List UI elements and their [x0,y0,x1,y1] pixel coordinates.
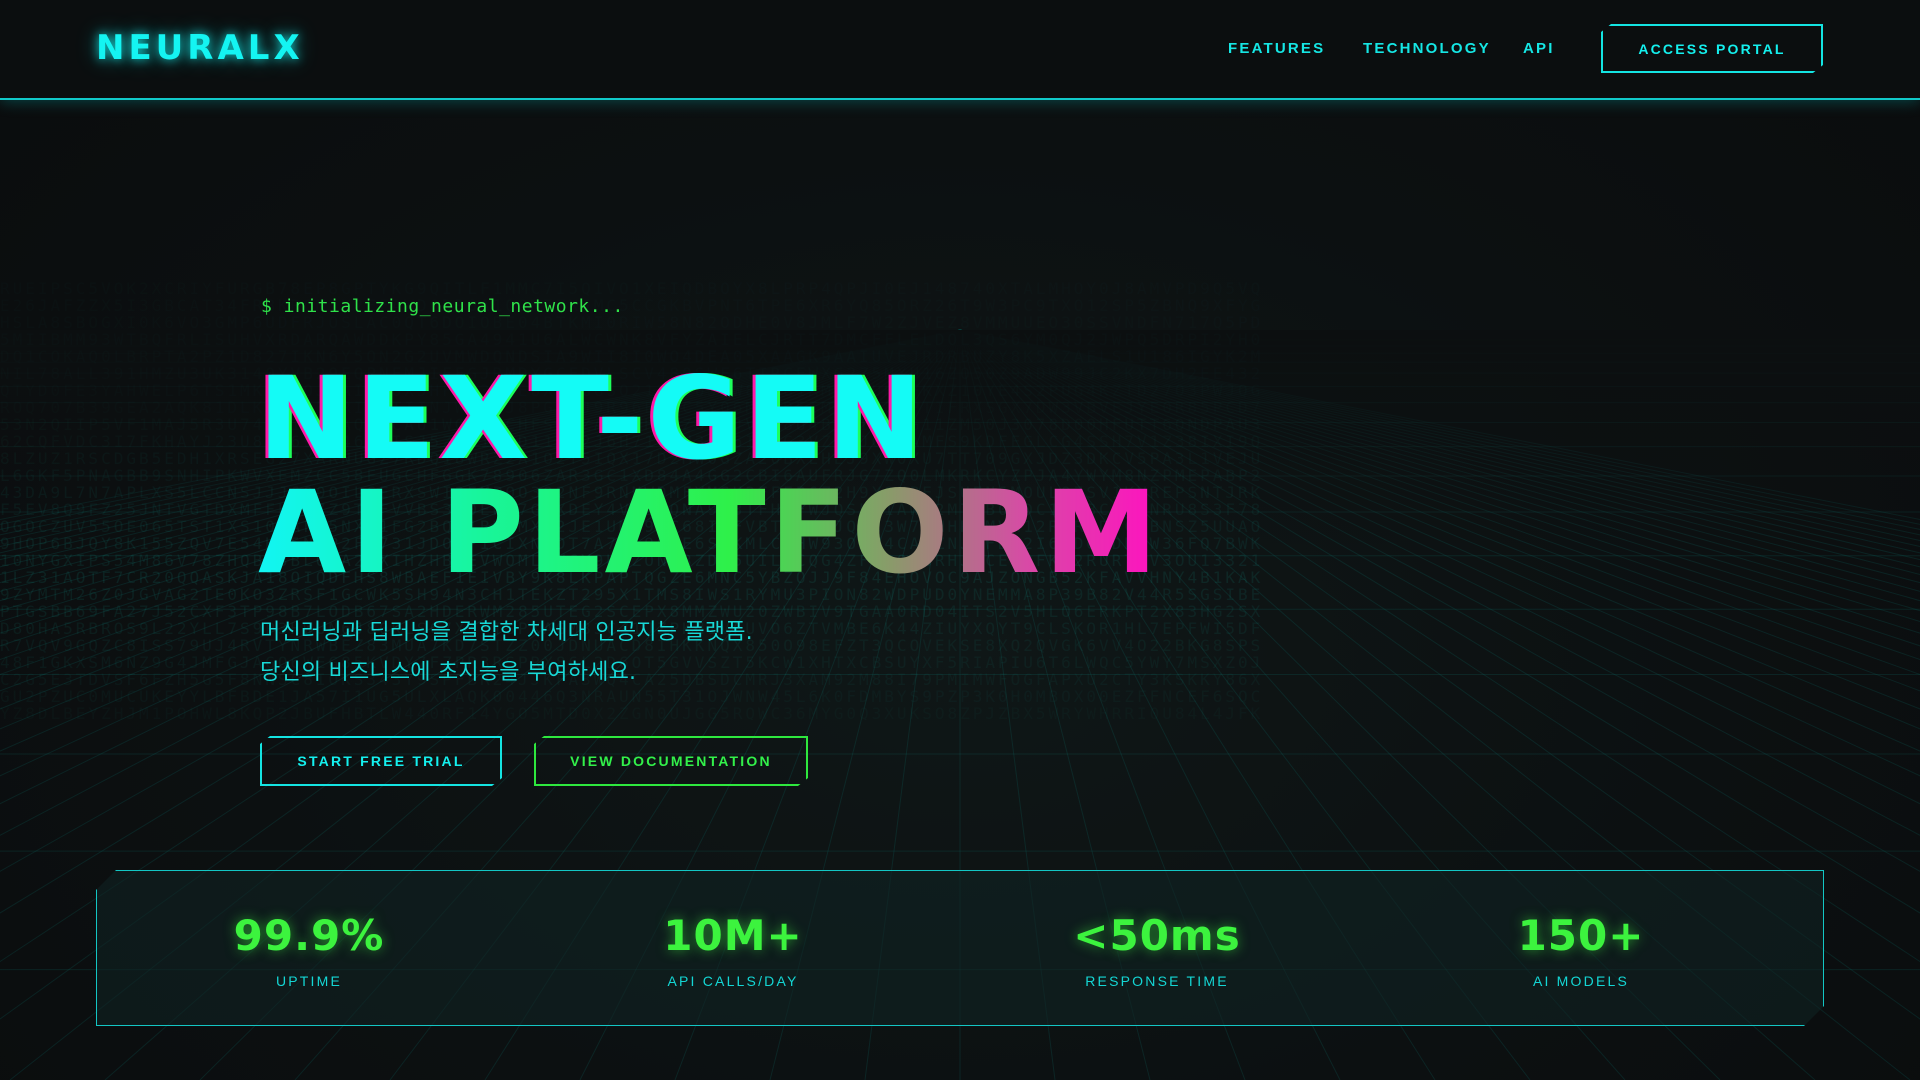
hero-title-line-2: AI PLATFORM [258,466,1162,599]
access-portal-button[interactable]: ACCESS PORTAL [1601,24,1823,73]
site-header: NEURALX FEATURES TECHNOLOGY API ACCESS P… [0,0,1920,100]
stat-value: 10M+ [663,911,803,960]
stat-value: 150+ [1517,911,1645,960]
stat-ai-models: 150+ AI MODELS [1369,871,1793,1027]
stat-label: RESPONSE TIME [1085,973,1229,989]
logo[interactable]: NEURALX [96,28,304,68]
hero-subtitle-line-1: 머신러닝과 딥러닝을 결합한 차세대 인공지능 플랫폼. [260,620,753,645]
nav-link-features[interactable]: FEATURES [1228,40,1325,57]
stat-value: <50ms [1073,911,1241,960]
stat-label: UPTIME [275,973,343,989]
hero-title-line-1: NEXT-GEN [258,352,927,485]
nav-link-technology[interactable]: TECHNOLOGY [1363,40,1491,57]
stat-api-calls: 10M+ API CALLS/DAY [521,871,945,1027]
stats-panel: 99.9% UPTIME 10M+ API CALLS/DAY <50ms RE… [96,870,1824,1026]
stat-label: API CALLS/DAY [667,973,799,989]
terminal-prompt: $ initializing_neural_network... [261,296,624,317]
stat-uptime: 99.9% UPTIME [97,871,521,1027]
stat-label: AI MODELS [1532,973,1630,989]
start-free-trial-button[interactable]: START FREE TRIAL [260,736,502,786]
stat-value: 99.9% [233,911,385,960]
view-documentation-button[interactable]: VIEW DOCUMENTATION [534,736,808,786]
nav-link-api[interactable]: API [1523,40,1555,57]
stat-response-time: <50ms RESPONSE TIME [945,871,1369,1027]
hero-subtitle-line-2: 당신의 비즈니스에 초지능을 부여하세요. [260,660,637,685]
landing-page: RUEIPSC5VOK2XCRIYFURGB78EP8GPTYKG9QITLF1… [0,0,1920,1080]
